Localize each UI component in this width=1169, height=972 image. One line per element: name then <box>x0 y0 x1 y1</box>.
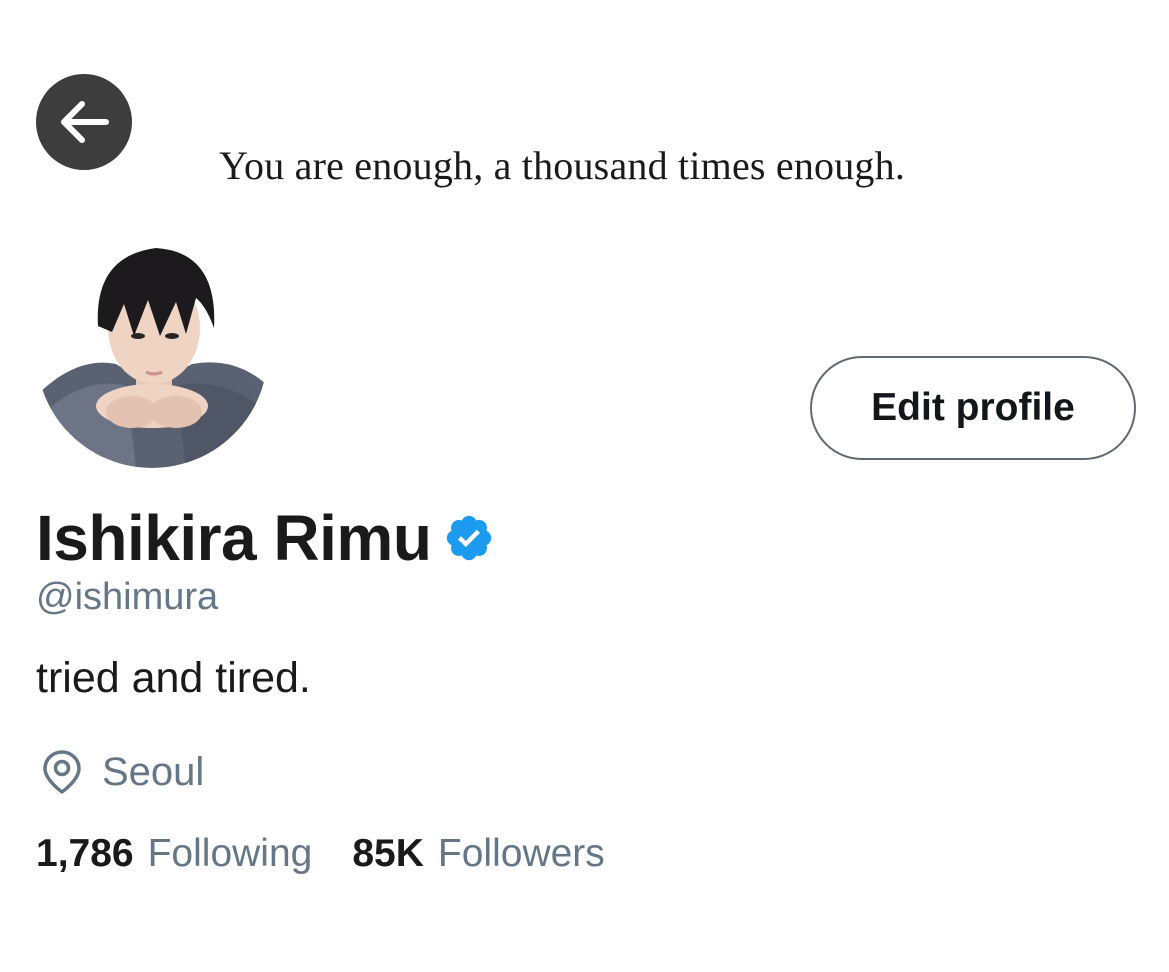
user-handle: @ishimura <box>36 576 219 618</box>
verified-badge-icon <box>447 515 492 561</box>
followers-count: 85K <box>352 832 424 875</box>
name-row: Ishikira Rimu <box>36 500 495 576</box>
edit-profile-button[interactable]: Edit profile <box>810 356 1136 460</box>
avatar-image <box>36 236 268 468</box>
display-name: Ishikira Rimu <box>36 502 432 574</box>
following-label: Following <box>147 832 313 875</box>
banner-quote: You are enough, a thousand times enough. <box>218 143 906 188</box>
location-pin-icon <box>43 750 81 794</box>
back-button[interactable] <box>36 74 132 170</box>
following-count: 1,786 <box>36 832 134 875</box>
followers-label: Followers <box>437 832 605 875</box>
stats-row: 1,786 Following 85K Followers <box>36 832 605 876</box>
bio: tried and tired. <box>36 654 311 702</box>
arrow-left-icon <box>61 101 109 143</box>
followers-link[interactable]: 85K Followers <box>352 832 604 876</box>
avatar[interactable] <box>36 236 268 468</box>
location-row: Seoul <box>40 744 204 800</box>
location-text: Seoul <box>102 749 205 794</box>
following-link[interactable]: 1,786 Following <box>36 832 312 876</box>
